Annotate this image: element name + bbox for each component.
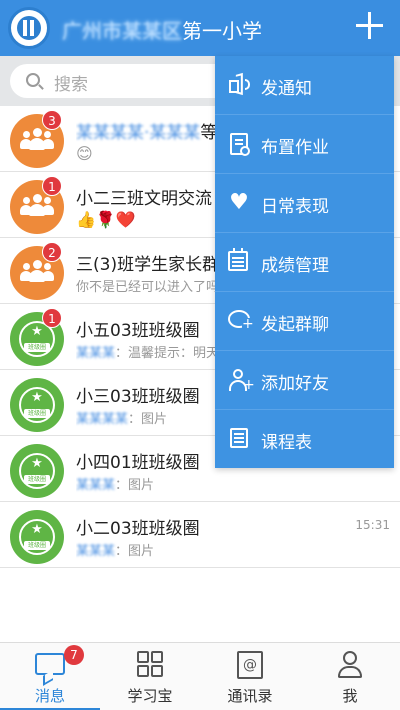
chat-last-message-text: ：温馨提示：明天: [115, 346, 220, 361]
chat-last-message-text: ：图片: [128, 412, 168, 427]
chat-last-message-text: 👍🌹❤️: [76, 210, 136, 229]
chat-last-message-text: ：图片: [115, 478, 155, 493]
menu-item-label: 布置作业: [261, 138, 329, 158]
grid-icon: [135, 651, 165, 679]
chat-name: 小二03班班级圈: [76, 514, 356, 539]
menu-item-label: 发通知: [261, 79, 312, 99]
chat-time: 15:31: [355, 518, 390, 532]
sender-name-blurred: 某某某: [76, 544, 116, 559]
unread-badge: 2: [42, 242, 62, 262]
search-icon: [26, 73, 40, 87]
add-friend-icon: +: [228, 369, 255, 392]
class-circle-label: 班级圈: [24, 475, 50, 484]
people-icon: [20, 128, 54, 150]
chat-name-text: 三(3)班学生家长群: [76, 255, 220, 275]
unread-badge: 1: [42, 176, 62, 196]
menu-item-label: 发起群聊: [261, 315, 329, 335]
school-logo: [8, 7, 50, 49]
chat-name-blurred: 某某某某·某某某: [76, 123, 201, 143]
sender-name-blurred: 某某某: [76, 346, 116, 361]
chat-last-message: 某某某：图片: [76, 474, 376, 493]
class-circle-avatar: ★ 班级圈: [10, 444, 64, 498]
bottom-navigation: 消息 7 学习宝 @ 通讯录 我: [0, 642, 400, 710]
title-text: 第一小学: [182, 19, 262, 43]
menu-item-add-friend[interactable]: + 添加好友: [215, 351, 394, 410]
people-icon: [20, 260, 54, 282]
unread-badge: 3: [42, 110, 62, 130]
profile-icon: [335, 651, 365, 679]
page-title: 广州市某某区第一小学: [62, 15, 262, 44]
chat-name-text: 小二三班文明交流: [76, 189, 212, 209]
menu-item-grades[interactable]: 成绩管理: [215, 233, 394, 292]
group-chat-icon: [228, 310, 254, 330]
nav-tab-message[interactable]: 消息 7: [0, 643, 100, 710]
nav-tab-grid[interactable]: 学习宝: [100, 643, 200, 710]
chat-last-message-text: 😊: [76, 144, 93, 163]
schedule-icon: [230, 428, 248, 448]
add-dropdown-menu: 发通知布置作业 ♥ 日常表现成绩管理发起群聊 + 添加好友课程表: [215, 56, 394, 468]
menu-item-heart[interactable]: ♥ 日常表现: [215, 174, 394, 233]
people-icon: [20, 194, 54, 216]
class-circle-label: 班级圈: [24, 541, 50, 550]
chat-name-text: 小四01班班级圈: [76, 453, 200, 473]
nav-tab-label: 消息: [34, 687, 65, 705]
menu-item-label: 课程表: [261, 433, 312, 453]
nav-tab-label: 学习宝: [127, 687, 173, 705]
sender-name-blurred: 某某某: [76, 478, 116, 493]
nav-tab-contacts[interactable]: @ 通讯录: [200, 643, 300, 710]
class-circle-icon: ★ 班级圈: [19, 387, 55, 423]
class-circle-avatar: ★ 班级圈: [10, 510, 64, 564]
unread-badge: 1: [42, 308, 62, 328]
class-circle-icon: ★ 班级圈: [19, 519, 55, 555]
sender-name-blurred: 某某某某: [76, 412, 129, 427]
message-icon: [35, 653, 65, 675]
nav-tab-label: 通讯录: [227, 687, 273, 705]
unread-badge: 7: [64, 645, 84, 665]
menu-item-schedule[interactable]: 课程表: [215, 410, 394, 469]
chat-last-message-text: 你不是已经可以进入了吗: [76, 280, 220, 295]
class-circle-avatar: ★ 班级圈: [10, 378, 64, 432]
class-circle-label: 班级圈: [24, 409, 50, 418]
menu-item-label: 成绩管理: [261, 256, 329, 276]
chat-list-item[interactable]: ★ 班级圈 小二03班班级圈 某某某：图片 15:31: [0, 502, 400, 568]
heart-icon: ♥: [229, 190, 249, 215]
chat-name-text: 小五03班班级圈: [76, 321, 200, 341]
menu-item-megaphone[interactable]: 发通知: [215, 56, 394, 115]
chat-last-message-text: ：图片: [115, 544, 155, 559]
menu-item-homework[interactable]: 布置作业: [215, 115, 394, 174]
app-header: 广州市某某区第一小学: [0, 0, 400, 56]
chat-last-message: 某某某：图片: [76, 540, 376, 559]
search-placeholder: 搜索: [54, 75, 88, 95]
class-circle-label: 班级圈: [24, 343, 50, 352]
menu-item-label: 日常表现: [261, 197, 329, 217]
nav-tab-profile[interactable]: 我: [300, 643, 400, 710]
chat-name-text: 小三03班班级圈: [76, 387, 200, 407]
chat-name-text: 小二03班班级圈: [76, 519, 200, 539]
class-circle-icon: ★ 班级圈: [19, 453, 55, 489]
title-blurred-part: 广州市某某区: [62, 19, 182, 43]
menu-item-label: 添加好友: [261, 374, 329, 394]
megaphone-icon: [228, 72, 250, 96]
contacts-icon: @: [237, 651, 263, 679]
add-menu-button[interactable]: [354, 10, 386, 42]
homework-icon: [230, 133, 250, 156]
menu-item-group-chat[interactable]: 发起群聊: [215, 292, 394, 351]
grades-icon: [228, 248, 248, 271]
nav-tab-label: 我: [342, 687, 358, 705]
